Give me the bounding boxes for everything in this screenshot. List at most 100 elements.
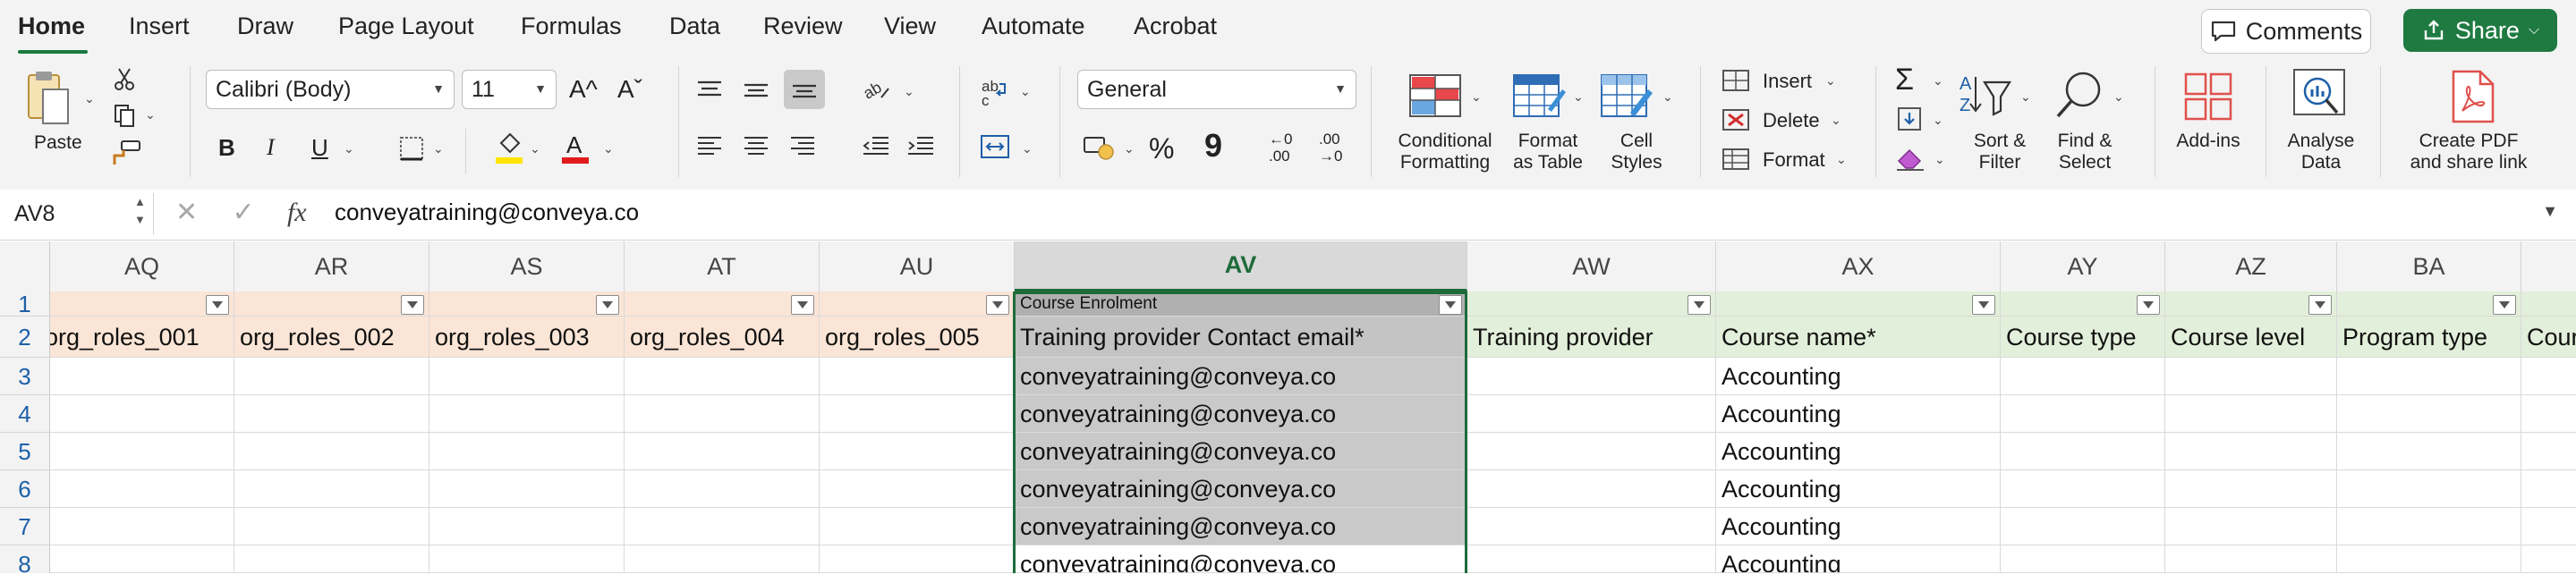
cell-ar7[interactable] — [234, 508, 429, 545]
cell-ar2[interactable]: org_roles_002 — [234, 317, 429, 358]
cell-av1[interactable]: Course Enrolment — [1015, 292, 1467, 317]
cell-aq2[interactable]: org_roles_001 — [50, 317, 234, 358]
column-header-az[interactable]: AZ — [2165, 241, 2337, 292]
currency-dropdown-icon[interactable]: ⌄ — [1124, 141, 1135, 156]
formula-input[interactable]: conveyatraining@conveya.co — [335, 199, 639, 226]
cell-ay8[interactable] — [2001, 545, 2165, 573]
cell-bb4[interactable] — [2521, 395, 2576, 433]
cell-ay6[interactable] — [2001, 470, 2165, 508]
cell-ar4[interactable] — [234, 395, 429, 433]
cell-at8[interactable] — [625, 545, 820, 573]
tab-page-layout[interactable]: Page Layout — [338, 13, 474, 40]
cell-aw4[interactable] — [1467, 395, 1716, 433]
column-header-aq[interactable]: AQ — [50, 241, 234, 292]
cell-ay2[interactable]: Course type — [2001, 317, 2165, 358]
cell-as8[interactable] — [429, 545, 625, 573]
cell-ba6[interactable] — [2337, 470, 2521, 508]
add-ins-icon[interactable] — [2181, 72, 2235, 122]
cut-icon[interactable] — [111, 66, 138, 93]
cell-as3[interactable] — [429, 358, 625, 395]
filter-dropdown-icon[interactable] — [1972, 295, 1995, 315]
filter-dropdown-icon[interactable] — [1439, 295, 1462, 315]
cell-bb5[interactable] — [2521, 433, 2576, 470]
cell-ba3[interactable] — [2337, 358, 2521, 395]
merge-dropdown-icon[interactable]: ⌄ — [1022, 141, 1033, 156]
comments-button[interactable]: Comments — [2201, 9, 2371, 54]
fill-color-icon[interactable] — [494, 131, 524, 165]
font-color-dropdown-icon[interactable]: ⌄ — [603, 141, 614, 156]
filter-dropdown-icon[interactable] — [2137, 295, 2160, 315]
clear-icon[interactable] — [1895, 145, 1926, 172]
cell-au7[interactable] — [820, 508, 1015, 545]
paste-icon[interactable] — [23, 70, 73, 127]
cell-ba7[interactable] — [2337, 508, 2521, 545]
cell-ax2[interactable]: Course name* — [1716, 317, 2001, 358]
cell-ba8[interactable] — [2337, 545, 2521, 573]
cell-aq3[interactable] — [50, 358, 234, 395]
column-header-partial[interactable] — [2521, 241, 2576, 292]
orientation-icon[interactable]: ab — [861, 75, 893, 104]
paste-dropdown-icon[interactable]: ⌄ — [84, 91, 95, 106]
cell-styles-icon[interactable] — [1600, 73, 1655, 123]
wrap-text-dropdown-icon[interactable]: ⌄ — [1020, 84, 1031, 99]
tab-acrobat[interactable]: Acrobat — [1134, 13, 1217, 40]
tab-data[interactable]: Data — [669, 13, 720, 40]
create-pdf-icon[interactable] — [2448, 70, 2498, 123]
cell-au4[interactable] — [820, 395, 1015, 433]
cell-ax6[interactable]: Accounting — [1716, 470, 2001, 508]
align-center-icon[interactable] — [741, 132, 771, 159]
column-header-ay[interactable]: AY — [2001, 241, 2165, 292]
name-box-stepper-icon[interactable]: ▲ ▼ — [134, 193, 146, 229]
format-cells-label[interactable]: Format — [1763, 148, 1825, 172]
decrease-indent-icon[interactable] — [861, 132, 891, 159]
cell-at5[interactable] — [625, 433, 820, 470]
orientation-dropdown-icon[interactable]: ⌄ — [904, 84, 914, 99]
cell-az5[interactable] — [2165, 433, 2337, 470]
cell-az7[interactable] — [2165, 508, 2337, 545]
cell-as2[interactable]: org_roles_003 — [429, 317, 625, 358]
copy-icon[interactable] — [111, 102, 138, 129]
row-header-5[interactable]: 5 — [0, 433, 50, 470]
cell-au8[interactable] — [820, 545, 1015, 573]
comma-style-button[interactable]: 9 — [1204, 127, 1222, 165]
cell-ar3[interactable] — [234, 358, 429, 395]
increase-font-size-icon[interactable]: A^ — [569, 75, 598, 104]
filter-dropdown-icon[interactable] — [2308, 295, 2332, 315]
cell-av5[interactable]: conveyatraining@conveya.co — [1015, 433, 1467, 470]
underline-dropdown-icon[interactable]: ⌄ — [344, 141, 354, 156]
cell-ay3[interactable] — [2001, 358, 2165, 395]
cell-av6[interactable]: conveyatraining@conveya.co — [1015, 470, 1467, 508]
italic-button[interactable]: I — [267, 134, 275, 161]
cell-ay4[interactable] — [2001, 395, 2165, 433]
cell-aw1[interactable] — [1467, 292, 1716, 317]
autosum-icon[interactable]: Σ — [1895, 63, 1914, 97]
cell-bb7[interactable] — [2521, 508, 2576, 545]
autosum-dropdown-icon[interactable]: ⌄ — [1933, 73, 1943, 89]
row-header-2[interactable]: 2 — [0, 317, 50, 358]
clear-dropdown-icon[interactable]: ⌄ — [1934, 152, 1945, 167]
cell-az2[interactable]: Course level — [2165, 317, 2337, 358]
cell-aq4[interactable] — [50, 395, 234, 433]
find-select-icon[interactable] — [2053, 68, 2106, 122]
percent-style-button[interactable]: % — [1149, 132, 1174, 165]
row-header-4[interactable]: 4 — [0, 395, 50, 433]
cell-au3[interactable] — [820, 358, 1015, 395]
cell-as7[interactable] — [429, 508, 625, 545]
align-bottom-icon[interactable] — [784, 70, 825, 109]
cell-aw8[interactable] — [1467, 545, 1716, 573]
cell-as5[interactable] — [429, 433, 625, 470]
font-family-select[interactable]: Calibri (Body) ▼ — [206, 70, 455, 109]
filter-dropdown-icon[interactable] — [791, 295, 814, 315]
cell-ar5[interactable] — [234, 433, 429, 470]
tab-formulas[interactable]: Formulas — [521, 13, 622, 40]
sort-filter-icon[interactable]: AZ — [1960, 70, 2013, 120]
tab-insert[interactable]: Insert — [129, 13, 190, 40]
number-format-select[interactable]: General ▼ — [1077, 70, 1356, 109]
cell-bb3[interactable] — [2521, 358, 2576, 395]
sort-filter-dropdown-icon[interactable]: ⌄ — [2020, 89, 2031, 105]
cell-ay7[interactable] — [2001, 508, 2165, 545]
insert-cells-icon[interactable] — [1722, 68, 1750, 93]
cell-ax7[interactable]: Accounting — [1716, 508, 2001, 545]
column-header-au[interactable]: AU — [820, 241, 1015, 292]
conditional-formatting-dropdown-icon[interactable]: ⌄ — [1471, 89, 1482, 105]
